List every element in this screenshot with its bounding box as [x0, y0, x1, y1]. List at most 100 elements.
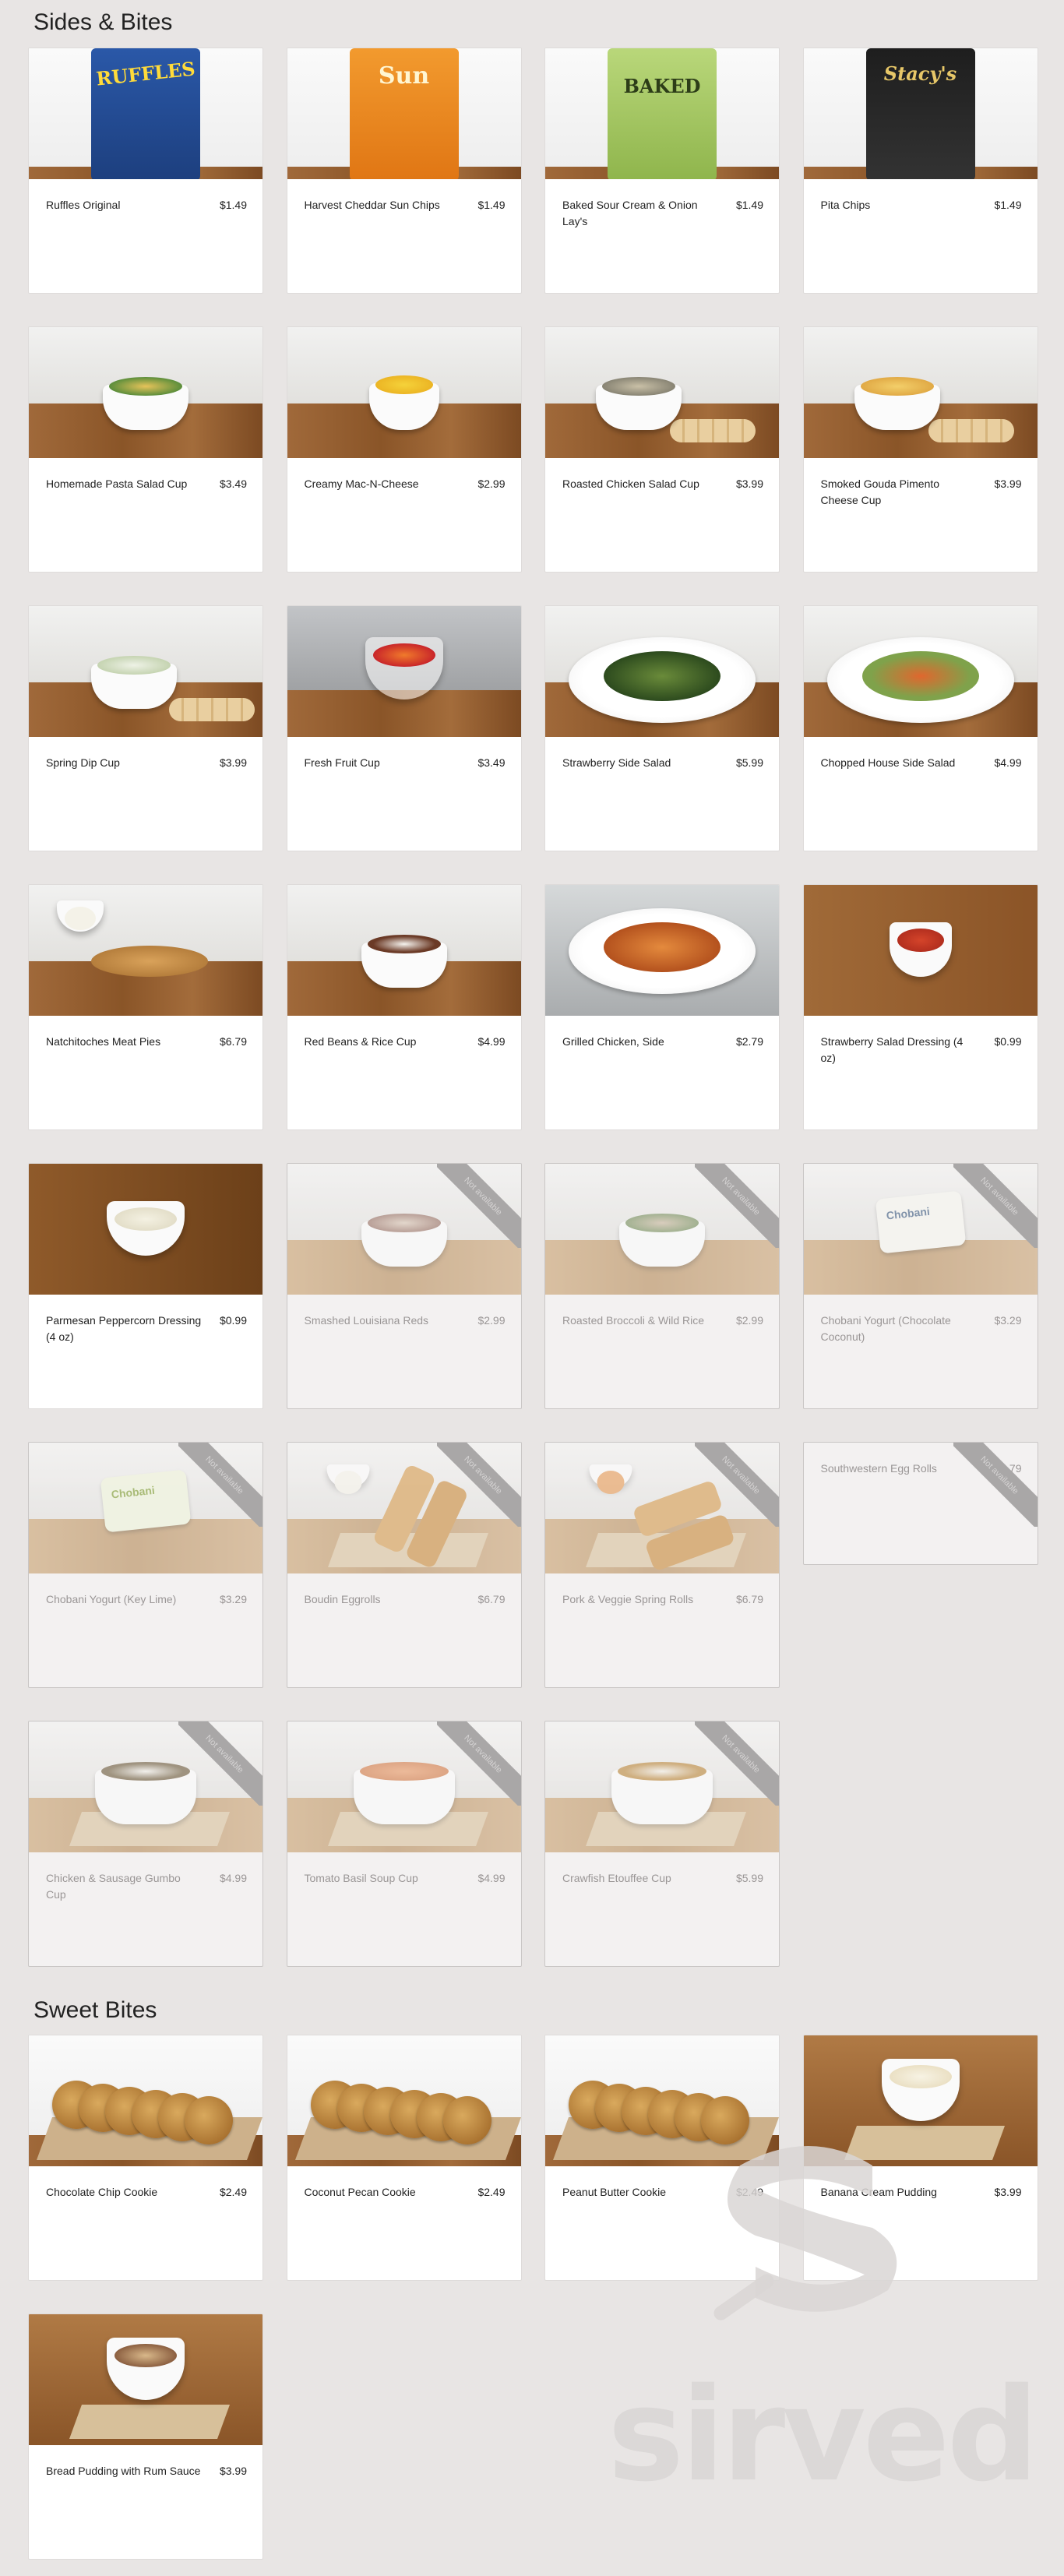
- menu-item-price: $1.49: [219, 199, 247, 211]
- menu-item-price: $6.79: [219, 1035, 247, 1048]
- menu-item-photo: [29, 1721, 262, 1852]
- menu-item-price: $4.99: [219, 1872, 247, 1884]
- menu-item-card[interactable]: Fresh Fruit Cup $3.49: [286, 605, 522, 851]
- menu-item-card[interactable]: Banana Cream Pudding $3.99: [802, 2035, 1038, 2281]
- section-title-sweets: Sweet Bites: [33, 1997, 157, 2023]
- menu-item-card[interactable]: Red Beans & Rice Cup $4.99: [286, 884, 522, 1130]
- menu-item-price: $5.99: [735, 756, 763, 769]
- menu-item-card[interactable]: Grilled Chicken, Side $2.79: [544, 884, 780, 1130]
- menu-item-photo: [29, 606, 262, 737]
- menu-item-name: Roasted Broccoli & Wild Rice: [562, 1314, 705, 1327]
- menu-item-card[interactable]: Smashed Louisiana Reds $2.99 Not available: [286, 1163, 522, 1409]
- menu-item-photo: [29, 885, 262, 1016]
- menu-item-card[interactable]: Crawfish Etouffee Cup $5.99 Not available: [544, 1721, 780, 1967]
- menu-item-photo: [287, 885, 521, 1016]
- menu-item-name: Red Beans & Rice Cup: [304, 1035, 417, 1048]
- menu-item-name: Bread Pudding with Rum Sauce: [46, 2465, 201, 2477]
- menu-item-card[interactable]: Chocolate Chip Cookie $2.49: [28, 2035, 263, 2281]
- menu-item-price: $1.49: [477, 199, 506, 211]
- menu-item-name: Boudin Eggrolls: [304, 1593, 381, 1605]
- menu-item-name: Smashed Louisiana Reds: [304, 1314, 429, 1327]
- menu-item-card[interactable]: Sun Harvest Cheddar Sun Chips $1.49: [286, 48, 522, 294]
- menu-item-name: Strawberry Side Salad: [562, 756, 671, 769]
- menu-item-photo: RUFFLES: [29, 48, 262, 179]
- menu-item-card[interactable]: Bread Pudding with Rum Sauce $3.99: [28, 2313, 263, 2560]
- menu-item-card[interactable]: Stacy's Pita Chips $1.49: [802, 48, 1038, 294]
- menu-item-card[interactable]: Chopped House Side Salad $4.99: [802, 605, 1038, 851]
- menu-item-photo: [545, 327, 779, 458]
- menu-item-photo: [803, 606, 1038, 737]
- menu-item-photo: [29, 2314, 262, 2445]
- menu-item-card[interactable]: Parmesan Peppercorn Dressing (4 oz) $0.99: [28, 1163, 263, 1409]
- menu-item-name: Southwestern Egg Rolls: [820, 1462, 937, 1475]
- menu-item-card[interactable]: Peanut Butter Cookie $2.49: [544, 2035, 780, 2281]
- menu-item-name: Ruffles Original: [46, 199, 121, 211]
- menu-item-photo: [287, 1721, 521, 1852]
- menu-item-name: Chicken & Sausage Gumbo Cup: [46, 1872, 181, 1901]
- menu-item-card[interactable]: Chobani Chobani Yogurt (Key Lime) $3.29 Not…: [28, 1442, 263, 1688]
- menu-item-card[interactable]: Boudin Eggrolls $6.79 Not available: [286, 1442, 522, 1688]
- menu-item-name: Roasted Chicken Salad Cup: [562, 477, 699, 490]
- menu-item-card[interactable]: Roasted Chicken Salad Cup $3.99: [544, 326, 780, 573]
- menu-item-photo: Chobani: [803, 1164, 1038, 1295]
- menu-item-photo: [545, 1164, 779, 1295]
- menu-item-price: $6.79: [477, 1593, 506, 1605]
- menu-item-price: $1.49: [735, 199, 763, 211]
- menu-item-price: $2.99: [477, 1314, 506, 1327]
- menu-item-name: Coconut Pecan Cookie: [304, 2186, 416, 2198]
- menu-item-photo: [287, 1164, 521, 1295]
- menu-item-price: $0.99: [994, 1035, 1022, 1048]
- menu-item-photo: [545, 1443, 779, 1573]
- menu-item-card[interactable]: Southwestern Egg Rolls $6.79 Not available: [802, 1442, 1038, 1565]
- menu-item-name: Baked Sour Cream & Onion Lay's: [562, 199, 698, 227]
- menu-item-price: $2.49: [219, 2186, 247, 2198]
- menu-item-price: $2.49: [735, 2186, 763, 2198]
- menu-item-photo: [803, 885, 1038, 1016]
- menu-item-card[interactable]: Strawberry Salad Dressing (4 oz) $0.99: [802, 884, 1038, 1130]
- menu-item-photo: [29, 2035, 262, 2166]
- menu-item-card[interactable]: Spring Dip Cup $3.99: [28, 605, 263, 851]
- menu-item-price: $2.79: [735, 1035, 763, 1048]
- menu-item-price: $3.99: [994, 477, 1022, 490]
- menu-item-photo: [803, 2035, 1038, 2166]
- menu-item-price: $4.99: [477, 1872, 506, 1884]
- menu-item-price: $6.79: [994, 1462, 1022, 1475]
- menu-item-price: $2.99: [735, 1314, 763, 1327]
- menu-item-photo: [29, 327, 262, 458]
- menu-item-price: $4.99: [994, 756, 1022, 769]
- menu-item-card[interactable]: Tomato Basil Soup Cup $4.99 Not available: [286, 1721, 522, 1967]
- menu-item-card[interactable]: Smoked Gouda Pimento Cheese Cup $3.99: [802, 326, 1038, 573]
- menu-item-photo: [545, 1721, 779, 1852]
- menu-item-card[interactable]: BAKED Baked Sour Cream & Onion Lay's $1.49: [544, 48, 780, 294]
- menu-item-card[interactable]: Roasted Broccoli & Wild Rice $2.99 Not ava…: [544, 1163, 780, 1409]
- menu-item-card[interactable]: RUFFLES Ruffles Original $1.49: [28, 48, 263, 294]
- menu-item-card[interactable]: Natchitoches Meat Pies $6.79: [28, 884, 263, 1130]
- section-title-sides: Sides & Bites: [33, 9, 173, 35]
- menu-item-card[interactable]: Chobani Chobani Yogurt (Chocolate Coconut…: [802, 1163, 1038, 1409]
- menu-item-card[interactable]: Strawberry Side Salad $5.99: [544, 605, 780, 851]
- menu-item-price: $3.99: [994, 2186, 1022, 2198]
- menu-item-name: Harvest Cheddar Sun Chips: [304, 199, 440, 211]
- menu-item-card[interactable]: Creamy Mac-N-Cheese $2.99: [286, 326, 522, 573]
- menu-item-name: Smoked Gouda Pimento Cheese Cup: [820, 477, 940, 506]
- menu-item-photo: [545, 885, 779, 1016]
- menu-item-card[interactable]: Coconut Pecan Cookie $2.49: [286, 2035, 522, 2281]
- menu-item-name: Natchitoches Meat Pies: [46, 1035, 161, 1048]
- menu-item-photo: Sun: [287, 48, 521, 179]
- menu-item-card[interactable]: Chicken & Sausage Gumbo Cup $4.99 Not avai…: [28, 1721, 263, 1967]
- menu-item-card[interactable]: Pork & Veggie Spring Rolls $6.79 Not avail…: [544, 1442, 780, 1688]
- menu-item-photo: [287, 2035, 521, 2166]
- menu-item-price: $3.29: [219, 1593, 247, 1605]
- menu-item-photo: [287, 606, 521, 737]
- menu-item-name: Chopped House Side Salad: [820, 756, 956, 769]
- menu-item-card[interactable]: Homemade Pasta Salad Cup $3.49: [28, 326, 263, 573]
- menu-item-price: $6.79: [735, 1593, 763, 1605]
- menu-item-name: Pita Chips: [820, 199, 871, 211]
- menu-item-photo: Stacy's: [803, 48, 1038, 179]
- menu-item-price: $2.49: [477, 2186, 506, 2198]
- menu-item-photo: [287, 327, 521, 458]
- menu-item-price: $2.99: [477, 477, 506, 490]
- menu-item-name: Chocolate Chip Cookie: [46, 2186, 158, 2198]
- menu-item-name: Strawberry Salad Dressing (4 oz): [820, 1035, 964, 1064]
- sides-grid: RUFFLES Ruffles Original $1.49 Sun Harvest C…: [28, 48, 1038, 1967]
